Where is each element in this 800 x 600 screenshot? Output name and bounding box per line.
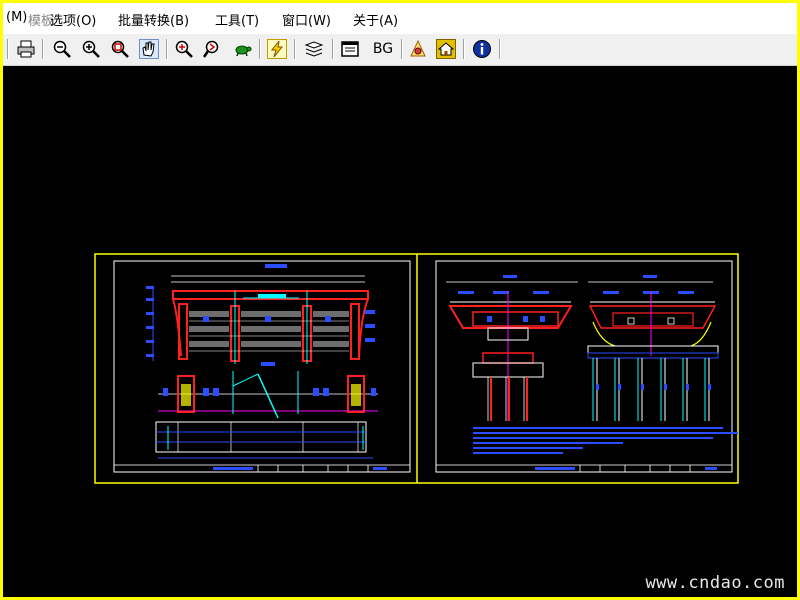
toolbar-separator — [332, 39, 334, 59]
menu-item-options[interactable]: 选项(O) — [50, 10, 96, 29]
drawing-canvas[interactable]: www.cndao.com — [3, 66, 797, 597]
zoom-in-icon — [82, 40, 100, 58]
bg-text-icon: BG — [372, 41, 394, 57]
toolbar-separator — [166, 39, 168, 59]
zoom-realtime-icon — [175, 40, 193, 58]
print-icon — [17, 40, 35, 58]
app-window: (M) 模板 选项(O) 批量转换(B) 工具(T) 窗口(W) 关于(A) B… — [3, 3, 797, 597]
toolbar-separator — [401, 39, 403, 59]
toolbar-separator — [463, 39, 465, 59]
background-color-button[interactable]: BG — [369, 38, 397, 60]
menu-item-about[interactable]: 关于(A) — [353, 10, 398, 29]
pan-hand-icon — [139, 39, 159, 59]
lightning-icon — [267, 39, 287, 59]
menu-item-batch-convert[interactable]: 批量转换(B) — [118, 10, 189, 29]
lightning-button[interactable] — [266, 38, 288, 60]
toolbar-separator — [7, 39, 9, 59]
cad-drawing — [94, 253, 739, 484]
print-button[interactable] — [15, 38, 37, 60]
watermark: www.cndao.com — [645, 573, 785, 593]
layers-button[interactable] — [303, 38, 325, 60]
zoom-out-icon — [53, 40, 71, 58]
menu-item-tools[interactable]: 工具(T) — [215, 10, 259, 29]
toolbar-separator — [294, 39, 296, 59]
zoom-in-button[interactable] — [80, 38, 102, 60]
settings-icon — [410, 39, 426, 57]
info-button[interactable] — [471, 38, 493, 60]
window-button[interactable] — [339, 38, 361, 60]
home-button[interactable] — [435, 38, 457, 60]
layers-icon — [304, 41, 324, 57]
toolbar-separator — [42, 39, 44, 59]
zoom-realtime-button[interactable] — [173, 38, 195, 60]
left-sheet — [113, 260, 411, 473]
settings-button[interactable] — [407, 38, 429, 60]
menu-item-window[interactable]: 窗口(W) — [282, 10, 331, 29]
zoom-out-button[interactable] — [51, 38, 73, 60]
toolbar: BG — [3, 34, 797, 66]
window-icon — [341, 41, 359, 57]
turtle-button[interactable] — [231, 38, 253, 60]
right-sheet — [435, 260, 738, 473]
zoom-extents-button[interactable] — [202, 38, 224, 60]
pan-button[interactable] — [138, 38, 160, 60]
turtle-icon — [235, 45, 252, 57]
zoom-window-button[interactable] — [109, 38, 131, 60]
menu-bar: (M) 模板 选项(O) 批量转换(B) 工具(T) 窗口(W) 关于(A) — [3, 3, 797, 34]
zoom-extents-icon — [203, 40, 219, 58]
home-icon — [436, 39, 456, 59]
menu-item-m[interactable]: (M) — [6, 10, 27, 25]
zoom-window-icon — [111, 40, 129, 58]
info-icon — [473, 40, 491, 58]
toolbar-separator — [259, 39, 261, 59]
toolbar-separator — [499, 39, 501, 59]
